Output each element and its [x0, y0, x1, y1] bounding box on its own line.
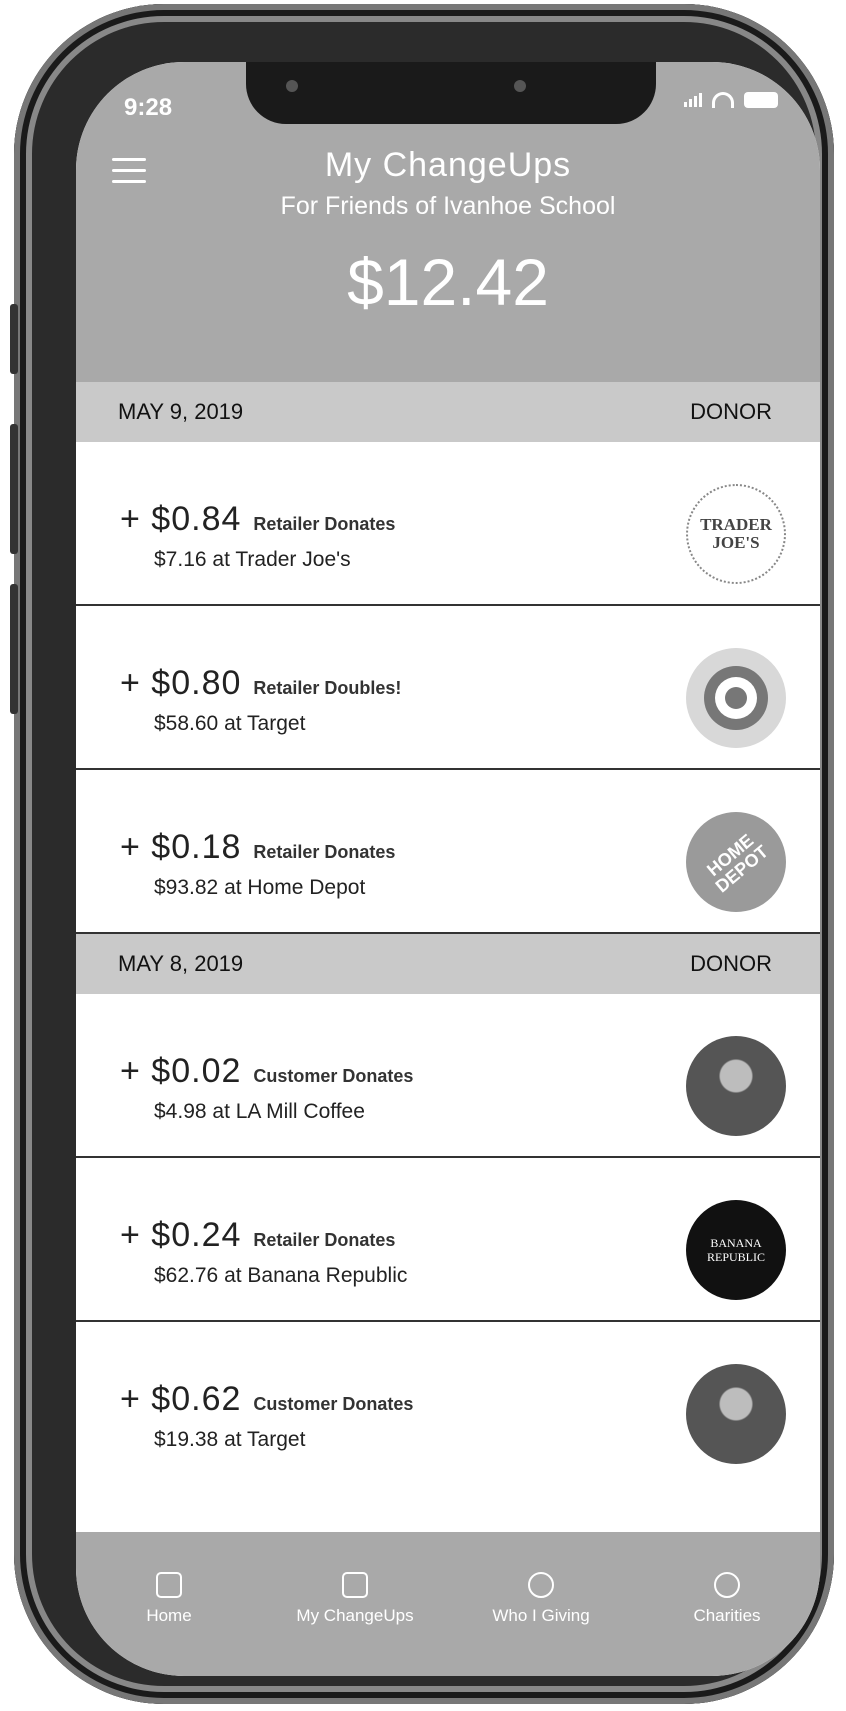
trader-joes-logo: TRADER JOE'S: [686, 484, 786, 584]
tab-my-changeups[interactable]: My ChangeUps: [270, 1572, 440, 1676]
changeups-icon: [342, 1572, 368, 1598]
volume-up-button: [10, 424, 18, 554]
wifi-icon: [712, 92, 734, 108]
tab-label: My ChangeUps: [296, 1606, 414, 1625]
donation-kind: Retailer Donates: [253, 842, 396, 862]
giving-icon: [528, 1572, 554, 1598]
tab-who-i-giving[interactable]: Who I Giving: [456, 1572, 626, 1676]
donation-kind: Customer Donates: [253, 1066, 414, 1086]
page-title: My ChangeUps: [324, 146, 572, 184]
mute-switch: [10, 304, 18, 374]
tab-label: Home: [146, 1606, 192, 1625]
tab-charities[interactable]: Charities: [642, 1572, 812, 1676]
donation-amount: + $0.02: [120, 1052, 242, 1090]
status-time: 9:28: [124, 94, 173, 121]
donation-kind: Retailer Doubles!: [253, 678, 402, 698]
tab-label: Charities: [693, 1606, 761, 1625]
tab-home[interactable]: Home: [84, 1572, 254, 1676]
transaction-row[interactable]: + $0.24 Retailer Donates $62.76 at Banana…: [76, 1158, 820, 1322]
section-date: MAY 8, 2019: [118, 951, 244, 976]
transaction-row[interactable]: + $0.80 Retailer Doubles! $58.60 at Targe…: [76, 606, 820, 770]
purchase-detail: $58.60 at Target: [154, 712, 306, 735]
tab-bar: Home My ChangeUps Who I Giving Charities: [76, 1532, 820, 1676]
section-header: MAY 8, 2019 DONOR: [76, 934, 820, 994]
donation-kind: Retailer Donates: [253, 1230, 396, 1250]
transaction-row[interactable]: + $0.62 Customer Donates $19.38 at Target: [76, 1322, 820, 1486]
battery-icon: [744, 92, 778, 108]
section-header: MAY 9, 2019 DONOR: [76, 382, 820, 442]
phone-frame: 9:28 My ChangeUps For Friends of Ivanhoe…: [10, 4, 834, 1704]
section-donor-label: DONOR: [690, 951, 772, 976]
home-depot-logo: HOME DEPOT: [686, 812, 786, 912]
sensor-icon: [286, 80, 298, 92]
transaction-row[interactable]: + $0.18 Retailer Donates $93.82 at Home D…: [76, 770, 820, 934]
purchase-detail: $4.98 at LA Mill Coffee: [154, 1100, 365, 1123]
target-logo: [686, 648, 786, 748]
transaction-row[interactable]: + $0.84 Retailer Donates $7.16 at Trader …: [76, 442, 820, 606]
notch: [246, 62, 656, 124]
transaction-row[interactable]: + $0.02 Customer Donates $4.98 at LA Mill…: [76, 994, 820, 1158]
donation-kind: Customer Donates: [253, 1394, 414, 1414]
donor-avatar: [686, 1036, 786, 1136]
banana-republic-logo: BANANA REPUBLIC: [686, 1200, 786, 1300]
donation-amount: + $0.62: [120, 1380, 242, 1418]
donation-kind: Retailer Donates: [253, 514, 396, 534]
camera-icon: [514, 80, 526, 92]
tab-label: Who I Giving: [492, 1606, 590, 1625]
volume-down-button: [10, 584, 18, 714]
section-donor-label: DONOR: [690, 399, 772, 424]
charities-icon: [714, 1572, 740, 1598]
purchase-detail: $62.76 at Banana Republic: [154, 1264, 408, 1287]
donation-amount: + $0.24: [120, 1216, 242, 1254]
page-subtitle: For Friends of Ivanhoe School: [280, 192, 616, 220]
purchase-detail: $93.82 at Home Depot: [154, 876, 366, 899]
home-icon: [156, 1572, 182, 1598]
app-screen: 9:28 My ChangeUps For Friends of Ivanhoe…: [76, 62, 820, 1676]
purchase-detail: $7.16 at Trader Joe's: [154, 548, 351, 571]
donation-amount: + $0.84: [120, 500, 242, 538]
signal-icon: [684, 93, 702, 107]
total-amount: $12.42: [347, 245, 549, 319]
donation-amount: + $0.80: [120, 664, 242, 702]
purchase-detail: $19.38 at Target: [154, 1428, 306, 1451]
donor-avatar: [686, 1364, 786, 1464]
status-icons: [684, 92, 778, 108]
section-date: MAY 9, 2019: [118, 399, 244, 424]
donation-amount: + $0.18: [120, 828, 242, 866]
